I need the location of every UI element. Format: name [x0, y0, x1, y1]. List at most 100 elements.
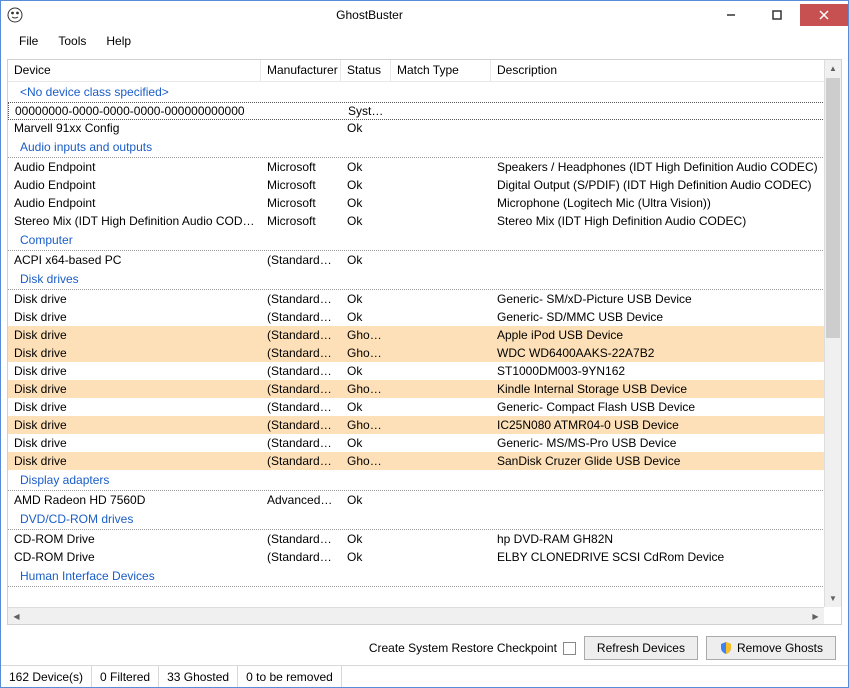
scroll-left-icon[interactable]: ◀: [8, 608, 25, 624]
device-row[interactable]: Audio EndpointMicrosoftOkMicrophone (Log…: [8, 194, 841, 212]
cell-status: Ghosted: [341, 453, 391, 469]
group-header[interactable]: <No device class specified>: [8, 82, 841, 103]
device-row[interactable]: Disk drive(Standard di…Ghosted SanDisk Cr…: [8, 452, 841, 470]
device-row[interactable]: Disk drive(Standard di…GhostedWDC WD6400…: [8, 344, 841, 362]
cell-match: [392, 110, 492, 112]
col-manufacturer[interactable]: Manufacturer: [261, 60, 341, 81]
cell-status: Ghosted: [341, 417, 391, 433]
device-row[interactable]: 00000000-0000-0000-0000-000000000000Syst…: [8, 102, 841, 120]
device-row[interactable]: ACPI x64-based PC(Standard c…Ok: [8, 251, 841, 269]
device-row[interactable]: Disk drive(Standard di…OkGeneric- Compac…: [8, 398, 841, 416]
cell-description: Digital Output (S/PDIF) (IDT High Defini…: [491, 177, 841, 193]
device-row[interactable]: CD-ROM Drive(Standard C…OkELBY CLONEDRIV…: [8, 548, 841, 566]
cell-manufacturer: (Standard di…: [261, 345, 341, 361]
close-button[interactable]: [800, 4, 848, 26]
col-description[interactable]: Description: [491, 60, 841, 81]
scroll-down-icon[interactable]: ▼: [825, 590, 841, 607]
group-header[interactable]: DVD/CD-ROM drives: [8, 509, 841, 530]
cell-status: Ok: [341, 252, 391, 268]
cell-description: Apple iPod USB Device: [491, 327, 841, 343]
cell-description: Generic- MS/MS-Pro USB Device: [491, 435, 841, 451]
cell-manufacturer: (Standard c…: [261, 252, 341, 268]
cell-description: Microphone (Logitech Mic (Ultra Vision)): [491, 195, 841, 211]
cell-device: Disk drive: [8, 453, 261, 469]
device-row[interactable]: CD-ROM Drive(Standard C…Okhp DVD-RAM GH8…: [8, 530, 841, 548]
cell-description: SanDisk Cruzer Glide USB Device: [491, 453, 841, 469]
status-toremove: 0 to be removed: [238, 666, 342, 687]
scroll-up-icon[interactable]: ▲: [825, 60, 841, 77]
cell-description: [491, 499, 841, 501]
window-controls: [708, 4, 848, 26]
cell-match: [391, 406, 491, 408]
device-row[interactable]: Disk drive(Standard di…OkGeneric- MS/MS-…: [8, 434, 841, 452]
cell-manufacturer: (Standard di…: [261, 309, 341, 325]
cell-status: Ok: [341, 492, 391, 508]
group-header[interactable]: Human Interface Devices: [8, 566, 841, 587]
device-row[interactable]: AMD Radeon HD 7560DAdvanced …Ok: [8, 491, 841, 509]
cell-description: [492, 110, 840, 112]
device-row[interactable]: Disk drive(Standard di…GhostedApple iPod…: [8, 326, 841, 344]
restore-checkpoint-label[interactable]: Create System Restore Checkpoint: [369, 641, 576, 655]
device-row[interactable]: Marvell 91xx ConfigOk: [8, 119, 841, 137]
cell-description: [491, 259, 841, 261]
menu-help[interactable]: Help: [96, 31, 141, 51]
cell-match: [391, 499, 491, 501]
cell-description: WDC WD6400AAKS-22A7B2: [491, 345, 841, 361]
cell-status: Ok: [341, 549, 391, 565]
device-row[interactable]: Stereo Mix (IDT High Definition Audio CO…: [8, 212, 841, 230]
group-header[interactable]: Disk drives: [8, 269, 841, 290]
cell-match: [391, 184, 491, 186]
cell-manufacturer: (Standard di…: [261, 291, 341, 307]
vertical-scrollbar[interactable]: ▲ ▼: [824, 60, 841, 607]
remove-ghosts-button[interactable]: Remove Ghosts: [706, 636, 836, 660]
col-status[interactable]: Status: [341, 60, 391, 81]
cell-manufacturer: Microsoft: [261, 195, 341, 211]
minimize-button[interactable]: [708, 4, 754, 26]
col-match[interactable]: Match Type: [391, 60, 491, 81]
col-device[interactable]: Device: [8, 60, 261, 81]
menubar: File Tools Help: [1, 29, 848, 53]
cell-match: [391, 556, 491, 558]
device-row[interactable]: Disk drive(Standard di…OkGeneric- SD/MMC…: [8, 308, 841, 326]
cell-match: [391, 442, 491, 444]
cell-description: Kindle Internal Storage USB Device: [491, 381, 841, 397]
cell-manufacturer: (Standard C…: [261, 549, 341, 565]
cell-status: Ok: [341, 195, 391, 211]
device-row[interactable]: Audio EndpointMicrosoftOkSpeakers / Head…: [8, 158, 841, 176]
refresh-devices-button[interactable]: Refresh Devices: [584, 636, 698, 660]
cell-match: [391, 202, 491, 204]
status-ghosted: 33 Ghosted: [159, 666, 238, 687]
cell-match: [391, 259, 491, 261]
cell-device: Marvell 91xx Config: [8, 120, 261, 136]
device-row[interactable]: Disk drive(Standard di…GhostedKindle Int…: [8, 380, 841, 398]
cell-manufacturer: (Standard di…: [261, 399, 341, 415]
titlebar[interactable]: GhostBuster: [1, 1, 848, 29]
device-row[interactable]: Audio EndpointMicrosoftOkDigital Output …: [8, 176, 841, 194]
cell-description: Generic- SD/MMC USB Device: [491, 309, 841, 325]
cell-manufacturer: (Standard di…: [261, 453, 341, 469]
group-header[interactable]: Computer: [8, 230, 841, 251]
rows-container: <No device class specified>00000000-0000…: [8, 82, 841, 624]
cell-description: IC25N080 ATMR04-0 USB Device: [491, 417, 841, 433]
restore-checkpoint-checkbox[interactable]: [563, 642, 576, 655]
device-row[interactable]: Disk drive(Standard di…OkGeneric- SM/xD-…: [8, 290, 841, 308]
menu-file[interactable]: File: [9, 31, 48, 51]
cell-match: [391, 334, 491, 336]
horizontal-scrollbar[interactable]: ◀ ▶: [8, 607, 824, 624]
bottom-toolbar: Create System Restore Checkpoint Refresh…: [1, 631, 848, 665]
maximize-button[interactable]: [754, 4, 800, 26]
cell-device: Audio Endpoint: [8, 177, 261, 193]
cell-device: Disk drive: [8, 345, 261, 361]
menu-tools[interactable]: Tools: [48, 31, 96, 51]
shield-icon: [719, 641, 733, 655]
scroll-right-icon[interactable]: ▶: [807, 608, 824, 624]
device-row[interactable]: Disk drive(Standard di…GhostedIC25N080 A…: [8, 416, 841, 434]
device-row[interactable]: Disk drive(Standard di…OkST1000DM003-9YN…: [8, 362, 841, 380]
cell-manufacturer: (Standard di…: [261, 363, 341, 379]
cell-device: Audio Endpoint: [8, 159, 261, 175]
group-header[interactable]: Display adapters: [8, 470, 841, 491]
scroll-thumb[interactable]: [826, 78, 840, 338]
group-header[interactable]: Audio inputs and outputs: [8, 137, 841, 158]
cell-device: AMD Radeon HD 7560D: [8, 492, 261, 508]
cell-manufacturer: (Standard di…: [261, 327, 341, 343]
